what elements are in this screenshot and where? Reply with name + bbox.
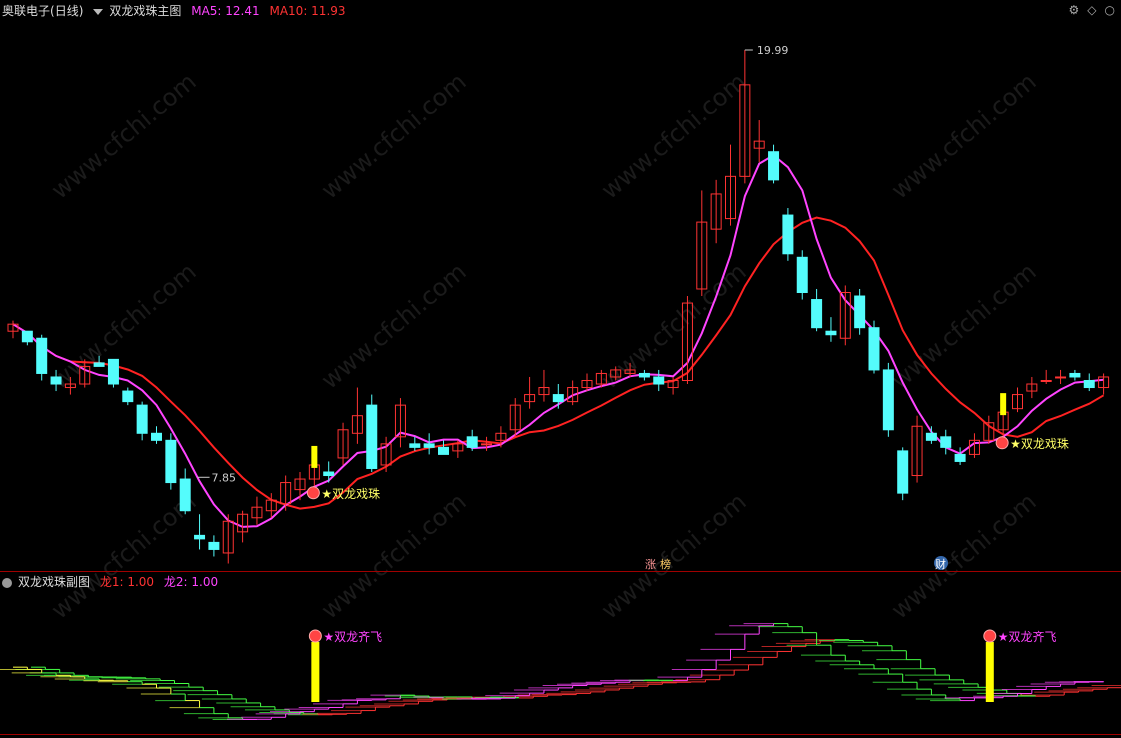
dragon2-value: 龙2: 1.00 [163,575,219,589]
dragon-signal-text: ★双龙齐飞 [998,629,1057,644]
stock-chart[interactable]: www.cfchi.com www.cfchi.com www.cfchi.com w… [0,0,1121,738]
candle-body [194,534,206,540]
ma10-value: MA10: 11.93 [269,4,346,18]
candle-body [136,404,148,434]
candle-body [409,443,421,448]
watermark-text: www.cfchi.com [596,67,752,204]
chevron-down-icon[interactable] [2,577,12,588]
main-header: 奥联电子(日线) 双龙戏珠主图 MA5: 12.41 MA10: 11.93 [2,2,352,20]
candle-body [165,439,177,484]
candle-body [438,446,449,455]
ma5-value: MA5: 12.41 [191,4,260,18]
candle-body [466,436,478,448]
watermark-text: www.cfchi.com [316,487,472,624]
candle-body [107,358,119,385]
watermark-text: www.cfchi.com [596,487,752,624]
watermark-text: www.cfchi.com [46,257,202,394]
sub-chart-area[interactable]: ★双龙齐飞 ★双龙齐飞 [0,623,1121,720]
candle-body [1083,379,1095,389]
candle-body [811,299,823,329]
badge-zhang: 涨 [645,558,656,571]
badge-bang: 榜 [660,557,671,571]
candle-body [122,390,134,403]
watermark-text: www.cfchi.com [46,67,202,204]
candle-body [940,436,952,448]
candle-body [868,327,880,371]
panel-divider-bottom [0,734,1121,735]
stock-name[interactable]: 奥联电子 [2,4,50,18]
candle-body [552,394,564,403]
candle-body [638,372,650,378]
candle-body [208,541,220,550]
badge-cai: 财 [935,557,946,571]
circle-icon[interactable]: ○ [1105,3,1115,17]
candle-body [1040,379,1052,382]
signal-text: ★双龙戏珠 [321,487,380,501]
period-label: (日线) [50,4,84,18]
panel-divider [0,571,1121,572]
corner-icons: ⚙ ◇ ○ [1061,3,1115,17]
chevron-down-icon[interactable] [93,8,104,15]
candle-body [1055,376,1067,379]
candle-body [882,369,894,431]
candle-body [151,432,162,441]
low-label: 7.85 [212,471,237,484]
signal-bar [311,445,318,468]
watermark-text: www.cfchi.com [316,257,472,394]
signal-text: ★双龙戏珠 [1010,437,1069,451]
candle-body [782,214,794,255]
candlestick-series [7,49,1110,564]
candle-body [854,295,866,329]
main-annotations: 19.99 7.85 ★双龙戏珠 ★双龙戏珠涨榜 财 [197,44,1069,571]
signal-ball-icon [306,486,320,500]
candle-body [768,151,780,181]
watermark-text: www.cfchi.com [886,257,1042,394]
dragon-signal-bar [985,642,994,702]
gear-icon[interactable]: ⚙ [1069,3,1080,17]
candle-body [925,432,937,441]
watermark-layer: www.cfchi.com www.cfchi.com www.cfchi.com w… [46,67,1042,624]
high-label: 19.99 [757,44,789,57]
candle-body [1069,372,1081,378]
dragon-signal-bar [311,642,320,702]
candle-body [21,330,33,343]
signal-ball-icon [995,436,1009,450]
watermark-text: www.cfchi.com [46,487,202,624]
candle-body [179,478,191,512]
watermark-text: www.cfchi.com [886,487,1042,624]
indicator-name[interactable]: 双龙戏珠主图 [109,4,181,18]
candle-body [423,443,435,448]
candle-body [366,404,378,469]
candle-body [93,362,105,367]
candle-body [825,330,837,336]
dragon1-value: 龙1: 1.00 [99,575,155,589]
candle-body [36,337,48,374]
candle-body [481,443,493,446]
candle-body [50,376,62,385]
main-chart-area[interactable]: 19.99 7.85 ★双龙戏珠 ★双龙戏珠涨榜 财 [7,44,1110,571]
watermark-text: www.cfchi.com [596,257,752,394]
sub-indicator-name[interactable]: 双龙戏珠副图 [18,575,90,589]
candle-body [796,256,808,294]
sub-header: 双龙戏珠副图 龙1: 1.00 龙2: 1.00 [2,573,224,591]
watermark-text: www.cfchi.com [886,67,1042,204]
dragon-signal-text: ★双龙齐飞 [323,629,382,644]
dragon-signal-ball-icon [983,629,997,643]
candle-body [653,376,665,385]
candle-body [897,450,909,494]
diamond-icon[interactable]: ◇ [1087,3,1096,17]
candle-body [954,453,966,462]
dragon-signal-ball-icon [308,629,322,643]
candle-body [323,471,335,477]
signal-bar [1000,393,1007,416]
watermark-text: www.cfchi.com [316,67,472,204]
